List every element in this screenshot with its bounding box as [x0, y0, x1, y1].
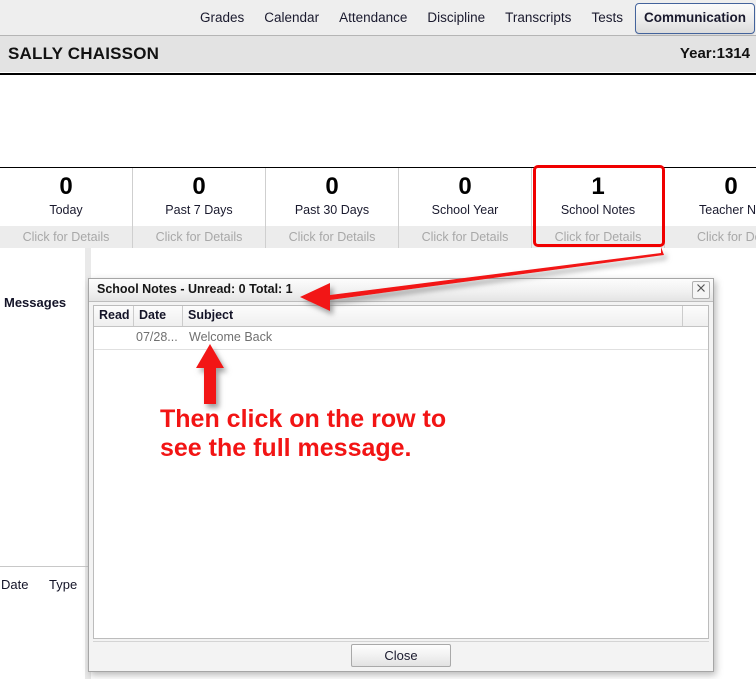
- dialog-title: School Notes - Unread: 0 Total: 1: [97, 282, 293, 296]
- column-header-subject[interactable]: Subject: [183, 306, 683, 326]
- stat-value: 0: [724, 173, 738, 200]
- stat-details[interactable]: Click for Details: [133, 226, 265, 248]
- dialog-title-bar: School Notes - Unread: 0 Total: 1: [89, 279, 713, 302]
- dialog-footer: Close: [93, 641, 709, 667]
- column-header-read[interactable]: Read: [94, 306, 134, 326]
- stat-card-past-7-days[interactable]: 0 Past 7 Days Click for Details: [133, 168, 266, 248]
- stat-card-today[interactable]: 0 Today Click for Details: [0, 168, 133, 248]
- tab-tests[interactable]: Tests: [583, 5, 631, 31]
- close-button[interactable]: Close: [351, 644, 451, 667]
- stat-card-past-30-days[interactable]: 0 Past 30 Days Click for Details: [266, 168, 399, 248]
- tab-transcripts[interactable]: Transcripts: [497, 5, 579, 31]
- stat-details[interactable]: Click for Details: [266, 226, 398, 248]
- notes-grid: Read Date Subject 07/28... Welcome Back: [93, 305, 709, 639]
- stat-label: School Year: [431, 203, 499, 217]
- stat-label: School Notes: [560, 203, 636, 217]
- stat-card-teacher-notes[interactable]: 0 Teacher No Click for Det: [665, 168, 756, 248]
- messages-divider: [0, 566, 90, 567]
- stat-label: Past 7 Days: [165, 203, 233, 217]
- stat-card-school-year[interactable]: 0 School Year Click for Details: [399, 168, 532, 248]
- tab-attendance[interactable]: Attendance: [331, 5, 415, 31]
- stat-value: 0: [458, 173, 472, 200]
- close-x-icon[interactable]: [692, 281, 710, 299]
- stat-value: 0: [325, 173, 339, 200]
- stat-details[interactable]: Click for Details: [0, 226, 132, 248]
- school-year-label: Year:1314: [679, 45, 750, 62]
- tab-communication[interactable]: Communication: [634, 2, 755, 34]
- student-header-bar: SALLY CHAISSON Year:1314: [0, 36, 756, 72]
- stat-value: 0: [192, 173, 206, 200]
- stat-value: 0: [59, 173, 73, 200]
- messages-column-date: Date: [1, 577, 29, 592]
- stat-card-school-notes[interactable]: 1 School Notes Click for Details: [532, 168, 665, 248]
- column-header-filler: [683, 306, 708, 326]
- top-tab-bar: Grades Calendar Attendance Discipline Tr…: [0, 0, 756, 36]
- cell-date: 07/28...: [136, 330, 178, 344]
- tab-list: Grades Calendar Attendance Discipline Tr…: [190, 0, 756, 36]
- main-content-panel: [0, 73, 756, 168]
- stat-label: Teacher No: [699, 203, 756, 217]
- cell-read: [94, 327, 134, 349]
- student-name: SALLY CHAISSON: [8, 44, 160, 63]
- messages-section-title: Messages: [4, 295, 67, 310]
- stat-label: Past 30 Days: [294, 203, 370, 217]
- stat-details[interactable]: Click for Details: [532, 226, 664, 248]
- tab-grades[interactable]: Grades: [192, 5, 252, 31]
- tab-discipline[interactable]: Discipline: [419, 5, 493, 31]
- messages-panel: [0, 248, 91, 679]
- stat-details[interactable]: Click for Det: [665, 226, 756, 248]
- notes-grid-header: Read Date Subject: [94, 306, 708, 327]
- messages-column-type: Type: [49, 577, 78, 592]
- tab-calendar[interactable]: Calendar: [256, 5, 327, 31]
- cell-subject: Welcome Back: [189, 330, 273, 344]
- summary-stat-row: 0 Today Click for Details 0 Past 7 Days …: [0, 168, 756, 248]
- stat-label: Today: [49, 203, 83, 217]
- stat-value: 1: [591, 173, 605, 200]
- school-notes-dialog: School Notes - Unread: 0 Total: 1 Read D…: [88, 278, 714, 672]
- column-header-date[interactable]: Date: [134, 306, 183, 326]
- table-row[interactable]: 07/28... Welcome Back: [94, 327, 708, 350]
- stat-details[interactable]: Click for Details: [399, 226, 531, 248]
